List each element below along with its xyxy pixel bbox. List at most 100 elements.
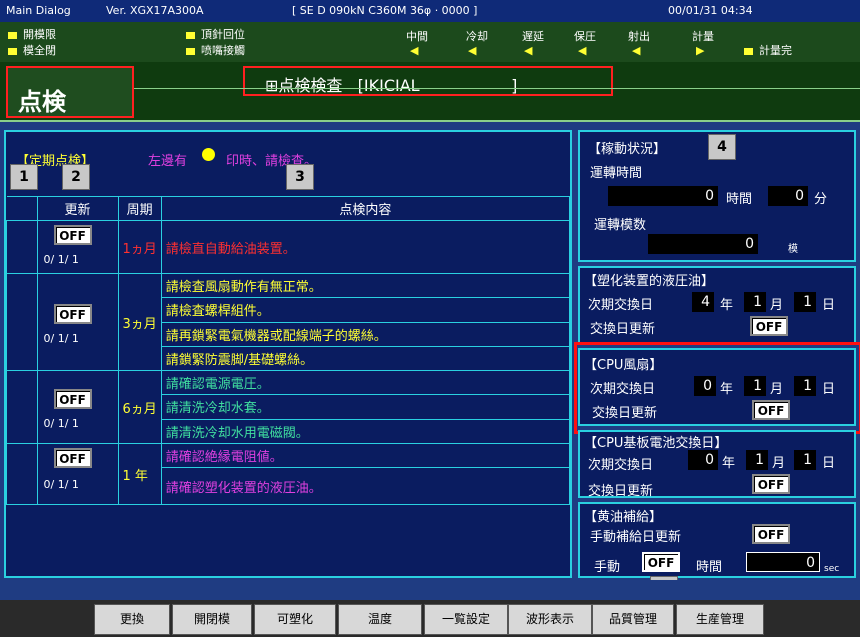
oil-day-unit: 日 <box>822 298 836 313</box>
oil-next-label: 次期交換日 <box>588 298 654 313</box>
op-hours-unit: 時間 <box>726 192 753 207</box>
status-mold-closed: 模全閉 <box>8 42 56 58</box>
bat-month-unit: 月 <box>772 456 786 471</box>
op-count-label: 運轉模数 <box>594 218 647 233</box>
screen-header: 点検 ⊞点検検査 [IKICIAL ] <box>0 62 860 122</box>
table-row: OFF 0/ 1/ 1 1ヵ月 請檢直自動給油装置。 <box>6 220 571 274</box>
lamp-icon <box>8 47 17 55</box>
table-row: OFF 0/ 1/ 1 1 年 請確認絶縁電阻値。 <box>6 442 571 505</box>
oil-update-toggle[interactable]: OFF <box>750 316 788 336</box>
col-period: 周期 <box>117 196 162 221</box>
header-divider <box>134 88 860 89</box>
status-strip: 開模限 模全閉 頂針回位 喷嘴接觸 中間 冷却 遅延 保圧 射出 計量 計量完 … <box>0 22 860 62</box>
op-title: 【稼動状況】 <box>588 142 667 157</box>
grease-time-value[interactable]: 0 <box>746 552 820 572</box>
mold-info: [ SE D 090kN C360M 36φ · 0000 ] <box>292 4 478 17</box>
bat-month-value[interactable]: 1 <box>746 450 768 470</box>
status-cooling: 冷却 <box>466 30 488 43</box>
tab-change[interactable]: 更換 <box>94 604 170 635</box>
oil-month-unit: 月 <box>770 298 784 313</box>
bat-update-label: 交換日更新 <box>588 484 654 499</box>
op-count-value[interactable]: 0 <box>648 234 758 254</box>
highlight-cpu-fan <box>574 342 860 434</box>
tab-waveform[interactable]: 波形表示 <box>508 604 592 635</box>
group1-off-toggle[interactable]: OFF <box>53 225 92 245</box>
bat-update-toggle[interactable]: OFF <box>752 474 790 494</box>
group2-item3: 請再鎖緊電氣機器或配線端子的螺絲。 <box>160 321 571 347</box>
status-hold: 保圧 <box>574 30 596 43</box>
group3-off-toggle[interactable]: OFF <box>53 389 92 409</box>
bat-year-value[interactable]: 0 <box>688 450 718 470</box>
op-hours-value[interactable]: 0 <box>608 186 718 206</box>
callout-2: 2 <box>62 164 90 190</box>
group3-item1: 請確認電源電圧。 <box>160 369 571 396</box>
grease-manual-toggle[interactable]: OFF <box>642 552 680 572</box>
status-nozzle-contact: 喷嘴接觸 <box>186 42 245 58</box>
arrow-right-icon: ▶ <box>696 44 705 57</box>
group3-item2: 請清洗冷却水套。 <box>160 394 571 420</box>
table-row: OFF 0/ 1/ 1 6ヵ月 請確認電源電圧。 <box>6 369 571 444</box>
col-update: 更新 <box>36 196 119 221</box>
tab-open-close-mold[interactable]: 開閉模 <box>172 604 252 635</box>
datetime: 00/01/31 04:34 <box>668 4 753 17</box>
oil-month-value[interactable]: 1 <box>744 292 766 312</box>
grease-panel: 【黄油補給】 手動補給日更新 OFF 手動 OFF 時間 0 sec <box>578 502 856 578</box>
oil-year-unit: 年 <box>720 298 734 313</box>
tab-production[interactable]: 生産管理 <box>676 604 764 635</box>
tab-overview-settings[interactable]: 一覧設定 <box>424 604 508 635</box>
op-minutes-value[interactable]: 0 <box>768 186 808 206</box>
status-middle: 中間 <box>406 30 428 43</box>
tab-plasticizing[interactable]: 可塑化 <box>254 604 336 635</box>
tab-quality[interactable]: 品質管理 <box>592 604 674 635</box>
callout-1: 1 <box>10 164 38 190</box>
app-name: Main Dialog <box>6 4 71 17</box>
group1-item1: 請檢直自動給油装置。 <box>160 220 571 274</box>
group2-item2: 請檢査螺桿組件。 <box>160 297 571 323</box>
status-ejector-return: 頂針回位 <box>186 26 245 42</box>
oil-update-label: 交換日更新 <box>590 322 656 337</box>
bat-day-value[interactable]: 1 <box>794 450 816 470</box>
oil-day-value[interactable]: 1 <box>794 292 816 312</box>
oil-year-value[interactable]: 4 <box>692 292 714 312</box>
version: Ver. XGX17A300A <box>106 4 204 17</box>
status-metering: 計量 <box>692 30 714 43</box>
grease-update-label: 手動補給日更新 <box>590 530 682 545</box>
grease-title: 【黄油補給】 <box>584 510 663 525</box>
bat-next-label: 次期交換日 <box>588 458 654 473</box>
inspect-button[interactable]: 点検 <box>6 66 134 118</box>
callout-3: 3 <box>286 164 314 190</box>
arrow-left-icon: ◀ <box>578 44 587 57</box>
group4-period: 1 年 <box>117 443 162 505</box>
group2-off-toggle[interactable]: OFF <box>53 304 92 324</box>
op-count-unit: 模 <box>788 244 798 255</box>
indicator-dot-icon <box>202 148 215 161</box>
title-bar: Main Dialog Ver. XGX17A300A [ SE D 090kN… <box>0 0 860 22</box>
group4-date: 0/ 1/ 1 <box>43 478 79 491</box>
group3-date: 0/ 1/ 1 <box>43 417 79 430</box>
op-minutes-unit: 分 <box>814 192 828 207</box>
status-injection: 射出 <box>628 30 650 43</box>
bat-title: 【CPU基板電池交換日】 <box>584 436 728 451</box>
group2-period: 3ヵ月 <box>117 273 162 371</box>
lamp-icon <box>186 31 195 39</box>
arrow-left-icon: ◀ <box>410 44 419 57</box>
tab-temperature[interactable]: 温度 <box>338 604 422 635</box>
grease-time-unit: sec <box>824 564 840 574</box>
table-header-row: 更新 周期 点検内容 <box>6 196 571 221</box>
group4-off-toggle[interactable]: OFF <box>53 448 92 468</box>
screen-title: ⊞点検検査 [IKICIAL ] <box>243 66 613 96</box>
table-row: OFF 0/ 1/ 1 3ヵ月 請檢査風扇動作有無正常。 <box>6 272 571 371</box>
bat-year-unit: 年 <box>722 456 736 471</box>
grease-time-label: 時間 <box>696 560 723 575</box>
op-time-label: 運轉時間 <box>590 166 643 181</box>
note-prefix: 左邊有 <box>148 154 188 169</box>
hydraulic-oil-panel: 【塑化装置的液圧油】 次期交換日 4 年 1 月 1 日 交換日更新 OFF <box>578 266 856 344</box>
col-content: 点検内容 <box>160 196 571 221</box>
group4-item2: 請確認塑化装置的液圧油。 <box>160 467 571 505</box>
group1-date: 0/ 1/ 1 <box>43 253 79 266</box>
group2-item4: 請鎖緊防震脚/基礎螺絲。 <box>160 345 571 372</box>
arrow-left-icon: ◀ <box>524 44 533 57</box>
oil-title: 【塑化装置的液圧油】 <box>584 274 715 289</box>
group2-item1: 請檢査風扇動作有無正常。 <box>160 272 571 299</box>
grease-update-toggle[interactable]: OFF <box>752 524 790 544</box>
